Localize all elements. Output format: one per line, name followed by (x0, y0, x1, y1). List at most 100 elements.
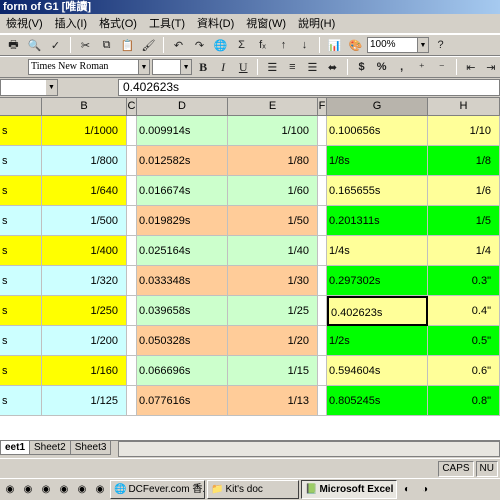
print-icon[interactable]: 🖶 (4, 36, 23, 54)
cell-d-10[interactable]: 0.077616s (137, 386, 228, 416)
cell-f-10[interactable] (318, 386, 327, 416)
taskbar-button-browser[interactable]: 🌐 DCFever.com 香... (110, 480, 205, 499)
cell-f-1[interactable] (318, 116, 327, 146)
cell-f-5[interactable] (318, 236, 327, 266)
cell-h-6[interactable]: 0.3" (428, 266, 500, 296)
horizontal-scrollbar[interactable] (118, 441, 500, 457)
cell-c-8[interactable] (127, 326, 137, 356)
cell-c-2[interactable] (127, 146, 137, 176)
cell-f-4[interactable] (318, 206, 327, 236)
cell-a-5[interactable]: s (0, 236, 42, 266)
cell-c-4[interactable] (127, 206, 137, 236)
tray-icon[interactable]: ◐ (399, 482, 415, 498)
cell-g-3[interactable]: 0.165655s (327, 176, 428, 206)
cell-a-8[interactable]: s (0, 326, 42, 356)
taskbar-button-folder[interactable]: 📁 Kit's doc (207, 480, 299, 499)
cell-a-6[interactable]: s (0, 266, 42, 296)
sheet-tab-2[interactable]: Sheet2 (29, 441, 71, 455)
print-preview-icon[interactable]: 🔍 (25, 36, 44, 54)
cell-a-1[interactable]: s (0, 116, 42, 146)
quick-launch-icon[interactable]: ◉ (92, 482, 108, 498)
format-painter-icon[interactable]: 🖌 (139, 36, 158, 54)
cell-f-9[interactable] (318, 356, 327, 386)
column-header-b[interactable]: B (42, 98, 127, 116)
column-header-e[interactable]: E (228, 98, 318, 116)
column-header-a[interactable] (0, 98, 42, 116)
menu-help[interactable]: 說明(H) (292, 15, 341, 33)
column-header-c[interactable]: C (127, 98, 137, 116)
cell-h-9[interactable]: 0.6" (428, 356, 500, 386)
italic-button[interactable]: I (214, 58, 232, 76)
cell-e-10[interactable]: 1/13 (228, 386, 318, 416)
help-icon[interactable]: ? (431, 36, 450, 54)
bold-button[interactable]: B (194, 58, 212, 76)
font-name-select[interactable]: Times New Roman ▼ (28, 59, 150, 75)
cell-g-7[interactable]: 0.402623s (327, 296, 428, 326)
cell-h-2[interactable]: 1/8 (428, 146, 500, 176)
tray-icon[interactable]: ◑ (417, 482, 433, 498)
cell-f-8[interactable] (318, 326, 327, 356)
cell-e-5[interactable]: 1/40 (228, 236, 318, 266)
hyperlink-icon[interactable]: 🌐 (211, 36, 230, 54)
cell-d-4[interactable]: 0.019829s (137, 206, 228, 236)
cell-e-6[interactable]: 1/30 (228, 266, 318, 296)
cell-f-6[interactable] (318, 266, 327, 296)
chart-wizard-icon[interactable]: 📊 (325, 36, 344, 54)
taskbar-button-excel[interactable]: 📗 Microsoft Excel -... (301, 480, 397, 499)
cell-d-2[interactable]: 0.012582s (137, 146, 228, 176)
cell-a-7[interactable]: s (0, 296, 42, 326)
menu-format[interactable]: 格式(O) (93, 15, 143, 33)
cell-e-1[interactable]: 1/100 (228, 116, 318, 146)
cell-g-10[interactable]: 0.805245s (327, 386, 428, 416)
cell-g-4[interactable]: 0.201311s (327, 206, 428, 236)
cell-d-3[interactable]: 0.016674s (137, 176, 228, 206)
quick-launch-icon[interactable]: ◉ (38, 482, 54, 498)
cell-a-9[interactable]: s (0, 356, 42, 386)
decrease-indent-icon[interactable]: ⇤ (462, 58, 480, 76)
cell-e-4[interactable]: 1/50 (228, 206, 318, 236)
redo-icon[interactable]: ↷ (190, 36, 209, 54)
menu-window[interactable]: 視窗(W) (240, 15, 292, 33)
menu-insert[interactable]: 插入(I) (49, 15, 93, 33)
increase-indent-icon[interactable]: ⇥ (482, 58, 500, 76)
decrease-decimal-icon[interactable]: ⁻ (433, 58, 451, 76)
cell-e-7[interactable]: 1/25 (228, 296, 318, 326)
align-center-icon[interactable]: ≡ (283, 58, 301, 76)
cell-g-1[interactable]: 0.100656s (327, 116, 428, 146)
cell-c-1[interactable] (127, 116, 137, 146)
copy-icon[interactable]: ⧉ (97, 36, 116, 54)
cell-b-10[interactable]: 1/125 (42, 386, 127, 416)
cell-e-3[interactable]: 1/60 (228, 176, 318, 206)
cell-f-7[interactable] (318, 296, 327, 326)
formula-input[interactable]: 0.402623s (118, 79, 500, 96)
comma-button[interactable]: , (393, 58, 411, 76)
name-box[interactable]: ▼ (0, 79, 58, 96)
percent-button[interactable]: % (373, 58, 391, 76)
menu-view[interactable]: 檢視(V) (0, 15, 49, 33)
cell-b-6[interactable]: 1/320 (42, 266, 127, 296)
function-icon[interactable]: fₓ (253, 36, 272, 54)
cell-e-8[interactable]: 1/20 (228, 326, 318, 356)
quick-launch-icon[interactable]: ◉ (56, 482, 72, 498)
cell-g-6[interactable]: 0.297302s (327, 266, 428, 296)
cell-a-4[interactable]: s (0, 206, 42, 236)
menu-data[interactable]: 資料(D) (191, 15, 240, 33)
column-header-d[interactable]: D (137, 98, 228, 116)
merge-center-icon[interactable]: ⬌ (323, 58, 341, 76)
sheet-tab-1[interactable]: eet1 (0, 441, 31, 455)
cell-g-8[interactable]: 1/2s (327, 326, 428, 356)
spelling-icon[interactable]: ✓ (46, 36, 65, 54)
cell-g-2[interactable]: 1/8s (327, 146, 428, 176)
quick-launch-icon[interactable]: ◉ (2, 482, 18, 498)
increase-decimal-icon[interactable]: ⁺ (413, 58, 431, 76)
cell-d-6[interactable]: 0.033348s (137, 266, 228, 296)
align-right-icon[interactable]: ☰ (303, 58, 321, 76)
cell-c-3[interactable] (127, 176, 137, 206)
cell-b-5[interactable]: 1/400 (42, 236, 127, 266)
cell-h-5[interactable]: 1/4 (428, 236, 500, 266)
sort-ascending-icon[interactable]: ↑ (274, 36, 293, 54)
cell-b-8[interactable]: 1/200 (42, 326, 127, 356)
cut-icon[interactable]: ✂ (76, 36, 95, 54)
cell-b-7[interactable]: 1/250 (42, 296, 127, 326)
cell-h-1[interactable]: 1/10 (428, 116, 500, 146)
